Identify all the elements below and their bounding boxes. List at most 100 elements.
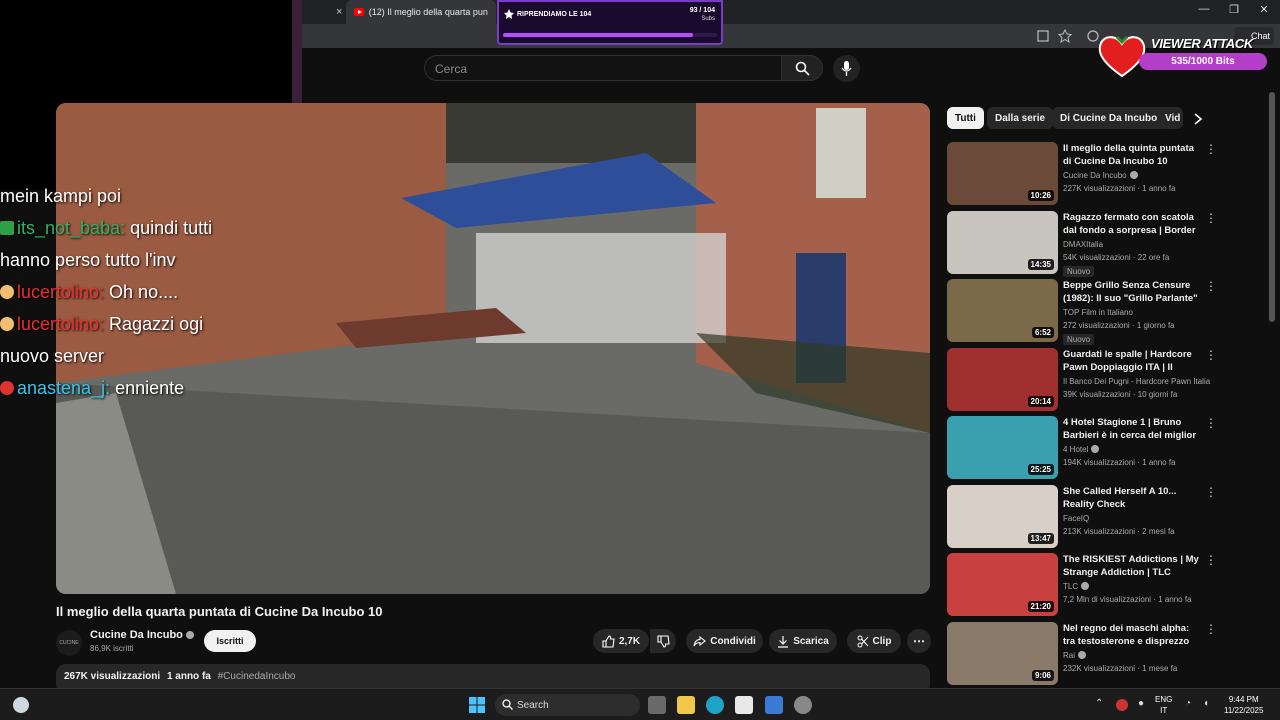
recommendation-card[interactable]: 20:14 Guardati le spalle | Hardcore Pawn … [947, 347, 1267, 412]
video-thumbnail[interactable]: 10:26 [947, 142, 1058, 205]
more-vertical-icon[interactable]: ⋮ [1205, 211, 1217, 225]
search-button[interactable] [781, 55, 823, 81]
more-vertical-icon[interactable]: ⋮ [1205, 279, 1217, 293]
minimize-icon[interactable]: — [1196, 3, 1212, 15]
volume-icon[interactable]: ◖ [1203, 698, 1209, 709]
window-close-icon[interactable]: ✕ [1256, 3, 1272, 16]
recommendation-card[interactable]: 21:20 The RISKIEST Addictions | My Strang… [947, 553, 1267, 617]
recommendation-card[interactable]: 6:52 Beppe Grillo Senza Censure (1982): I… [947, 279, 1267, 345]
recommendation-channel[interactable]: TOP Film in Italiano [1063, 308, 1133, 317]
chat-text: mein kampi poi [0, 186, 122, 206]
chip-videos[interactable]: Vid [1157, 107, 1183, 129]
chevron-right-icon[interactable] [1192, 112, 1204, 126]
more-vertical-icon[interactable]: ⋮ [1205, 553, 1217, 567]
tray-expand-icon[interactable]: ⌃ [1095, 698, 1103, 709]
more-vertical-icon[interactable]: ⋮ [1205, 348, 1217, 362]
download-button[interactable]: Scarica [769, 629, 837, 653]
recommendation-title[interactable]: Ragazzo fermato con scatola dal fondo a … [1063, 211, 1203, 237]
recommendation-channel-name: Rai [1063, 650, 1076, 660]
video-thumbnail[interactable]: 21:20 [947, 553, 1058, 616]
more-vertical-icon[interactable]: ⋮ [1205, 142, 1217, 156]
clock[interactable]: 9:44 PM 11/22/2025 [1224, 694, 1263, 716]
channel-avatar[interactable]: CUCINE DA INCUBO [56, 630, 82, 698]
apps-icon[interactable] [1036, 29, 1050, 43]
hashtag-link[interactable]: #CucinedaIncubo [218, 671, 296, 682]
recommendation-title[interactable]: Beppe Grillo Senza Censure (1982): Il su… [1063, 279, 1203, 305]
sub-goal-count: 93 / 104 [689, 7, 715, 14]
sidebar-scrollbar[interactable] [1269, 92, 1275, 322]
recommendation-channel[interactable]: Il Banco Dei Pugni - Hardcore Pawn Itali… [1063, 377, 1210, 386]
recommendation-card[interactable]: 25:25 4 Hotel Stagione 1 | Bruno Barbieri… [947, 416, 1267, 480]
store-icon[interactable] [735, 696, 753, 714]
chip-from-series[interactable]: Dalla serie [987, 107, 1054, 129]
thumbs-down-icon [656, 634, 670, 648]
video-thumbnail[interactable]: 14:35 [947, 210, 1058, 274]
browser-tab-previous[interactable]: × [300, 0, 346, 24]
dislike-button[interactable] [650, 629, 676, 653]
more-vertical-icon[interactable]: ⋮ [1205, 485, 1217, 499]
recommendation-card[interactable]: 10:26 Il meglio della quinta puntata di C… [947, 142, 1267, 206]
video-thumbnail[interactable]: 20:14 [947, 347, 1058, 411]
network-icon[interactable]: ◔ [1185, 698, 1191, 709]
language-indicator[interactable]: ENG IT [1155, 694, 1172, 716]
chat-text: Ragazzi ogi [104, 314, 204, 334]
edge-browser-icon[interactable] [706, 696, 724, 714]
more-vertical-icon[interactable]: ⋮ [1205, 416, 1217, 430]
recommendation-channel[interactable]: TLC [1063, 582, 1090, 591]
recommendation-meta: 213K visualizzazioni · 2 mesi fa [1063, 526, 1175, 536]
recommendation-title[interactable]: Nel regno dei maschi alpha: tra testoste… [1063, 622, 1203, 648]
clip-button[interactable]: Clip [847, 629, 901, 653]
check-badge-icon [0, 221, 14, 235]
subscribe-button[interactable]: Iscritti [204, 630, 256, 652]
stream-chat-overlay: mein kampi poi its_not_baba: quindi tutti… [0, 180, 290, 404]
video-thumbnail[interactable]: 13:47 [947, 484, 1058, 548]
recommendation-title[interactable]: The RISKIEST Addictions | My Strange Add… [1063, 553, 1203, 579]
more-actions-button[interactable]: ⋯ [907, 629, 931, 653]
channel-name[interactable]: Cucine Da Incubo [90, 629, 194, 641]
recommendation-views: 232K visualizzazioni [1063, 663, 1136, 673]
recommendation-channel[interactable]: 4 Hotel [1063, 445, 1100, 454]
new-badge: Nuovo [1063, 265, 1095, 277]
video-thumbnail[interactable]: 9:06 [947, 621, 1058, 685]
recommendation-title[interactable]: She Called Herself A 10... Reality Check [1063, 485, 1203, 511]
file-explorer-icon[interactable] [677, 696, 695, 714]
recommendation-card[interactable]: 13:47 She Called Herself A 10... Reality … [947, 484, 1267, 549]
microphone-tray-icon[interactable]: ● [1138, 698, 1144, 709]
recommendation-channel[interactable]: DMAXItalia [1063, 240, 1103, 249]
new-badge: Nuovo [1063, 334, 1095, 345]
chip-from-channel[interactable]: Di Cucine Da Incubo [1052, 107, 1166, 129]
taskbar-search[interactable]: Search [495, 694, 640, 716]
recommendation-channel[interactable]: FaceIQ [1063, 514, 1089, 523]
share-button[interactable]: Condividi [686, 629, 763, 653]
recommendation-title[interactable]: Guardati le spalle | Hardcore Pawn Doppi… [1063, 348, 1203, 374]
chip-all[interactable]: Tutti [947, 107, 984, 129]
chat-message: its_not_baba: quindi tutti [0, 212, 290, 244]
recommendation-card[interactable]: 14:35 Ragazzo fermato con scatola dal fon… [947, 210, 1267, 277]
settings-icon[interactable] [794, 696, 812, 714]
video-thumbnail[interactable]: 25:25 [947, 416, 1058, 479]
recommendation-title[interactable]: Il meglio della quinta puntata di Cucine… [1063, 142, 1203, 168]
voice-search-button[interactable] [833, 55, 860, 82]
task-view-icon[interactable] [648, 696, 666, 714]
search-icon [502, 699, 513, 710]
search-input[interactable]: Cerca [424, 55, 782, 81]
upload-age: 1 anno fa [166, 671, 211, 682]
like-count: 2,7K [618, 635, 641, 647]
recommendation-card[interactable]: 9:06 Nel regno dei maschi alpha: tra test… [947, 621, 1267, 686]
recommendation-title[interactable]: 4 Hotel Stagione 1 | Bruno Barbieri è in… [1063, 416, 1203, 442]
like-button[interactable]: 2,7K [593, 629, 649, 653]
mail-icon[interactable] [765, 696, 783, 714]
browser-tab-youtube[interactable]: (12) Il meglio della quarta puntata [346, 0, 496, 24]
more-vertical-icon[interactable]: ⋮ [1205, 622, 1217, 636]
tray-app-icon[interactable] [1116, 699, 1128, 711]
recommendation-channel[interactable]: Rai [1063, 650, 1087, 660]
recommendation-channel[interactable]: Cucine Da Incubo [1063, 171, 1138, 180]
viewer-attack-title: VIEWER ATTACK [1151, 36, 1254, 51]
video-thumbnail[interactable]: 6:52 [947, 279, 1058, 342]
favorite-star-icon[interactable] [1058, 29, 1072, 43]
widgets-icon[interactable] [13, 697, 29, 713]
windows-start-icon[interactable] [469, 697, 485, 713]
restore-icon[interactable]: ❐ [1226, 3, 1242, 16]
star-icon [504, 9, 514, 19]
tab-close-icon[interactable]: × [336, 6, 342, 18]
